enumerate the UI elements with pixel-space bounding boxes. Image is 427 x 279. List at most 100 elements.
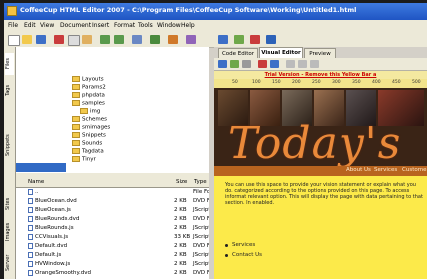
- file-name: Default.js: [35, 252, 62, 258]
- tree-folder[interactable]: samples: [72, 100, 105, 107]
- tree-folder[interactable]: Snippets: [72, 132, 106, 139]
- new-file-icon[interactable]: [8, 35, 20, 46]
- file-size: 2 KB: [174, 216, 187, 222]
- bullet-icon: [225, 244, 228, 247]
- redo-icon[interactable]: [114, 35, 124, 44]
- menu-format[interactable]: Format: [114, 22, 135, 29]
- format-icon[interactable]: [218, 60, 227, 68]
- paste-icon[interactable]: [82, 35, 92, 44]
- ruler-mark: 150: [272, 80, 281, 85]
- link-services[interactable]: Services: [232, 242, 255, 248]
- image-icon[interactable]: [234, 35, 244, 44]
- file-row[interactable]: Default.js 2 KB JScript: [16, 251, 209, 259]
- tag-icon[interactable]: [186, 35, 196, 44]
- window-title: CoffeeCup HTML Editor 2007 - C:\Program …: [20, 6, 357, 14]
- trial-notice[interactable]: Trial Version - Remove this Yellow Bar a: [214, 71, 427, 79]
- file-row[interactable]: HVWindow.js 2 KB JScript: [16, 260, 209, 268]
- insert-image-icon[interactable]: [230, 60, 239, 68]
- ruler-mark: 250: [312, 80, 321, 85]
- table-icon[interactable]: [250, 35, 260, 44]
- menu-window[interactable]: Window: [157, 22, 181, 29]
- ruler-mark: 50: [232, 80, 238, 85]
- tree-folder[interactable]: Tagdata: [72, 148, 104, 155]
- validate-icon[interactable]: [150, 35, 160, 44]
- undo-icon[interactable]: [100, 35, 110, 44]
- folder-icon: [72, 92, 80, 98]
- side-tab-images[interactable]: Images: [5, 219, 14, 245]
- visual-editor: Trial Version - Remove this Yellow Bar a…: [214, 58, 427, 279]
- file-row[interactable]: BlueOcean.dvd 2 KB DVD F: [16, 197, 209, 205]
- nav-link-customers[interactable]: Custome: [402, 167, 426, 173]
- file-type: JScript: [193, 225, 209, 231]
- tree-folder[interactable]: Sounds: [72, 140, 102, 147]
- upload-icon[interactable]: [168, 35, 178, 44]
- file-row[interactable]: Default.dvd 2 KB DVD F: [16, 242, 209, 250]
- menu-file[interactable]: File: [8, 22, 18, 29]
- ruler-mark: 450: [392, 80, 401, 85]
- folder-icon: [72, 84, 80, 90]
- title-bar[interactable]: CoffeeCup HTML Editor 2007 - C:\Program …: [4, 3, 427, 20]
- page-content[interactable]: You can use this space to provide your v…: [214, 176, 427, 279]
- column-type[interactable]: Type: [194, 179, 207, 185]
- side-tab-files[interactable]: Files: [5, 53, 14, 75]
- align-right-icon[interactable]: [310, 60, 319, 68]
- tab-visual-editor[interactable]: Visual Editor: [259, 47, 303, 58]
- align-left-icon[interactable]: [286, 60, 295, 68]
- link-icon[interactable]: [270, 60, 279, 68]
- file-size: 33 KB: [174, 234, 191, 240]
- file-row[interactable]: BlueOcean.js 2 KB JScript: [16, 206, 209, 214]
- table-insert-icon[interactable]: [242, 60, 251, 68]
- file-type: JScript: [193, 207, 209, 213]
- find-icon[interactable]: [132, 35, 142, 44]
- browser-preview-icon[interactable]: [218, 35, 228, 44]
- menu-view[interactable]: View: [40, 22, 54, 29]
- tree-folder[interactable]: Tinyr: [72, 156, 96, 163]
- nav-link-about[interactable]: About Us: [346, 167, 371, 173]
- tree-folder[interactable]: Layouts: [72, 76, 104, 83]
- menu-edit[interactable]: Edit: [24, 22, 36, 29]
- cut-icon[interactable]: [54, 35, 64, 44]
- file-row[interactable]: BlueRounds.js 2 KB JScript: [16, 224, 209, 232]
- folder-icon: [72, 124, 80, 130]
- file-row[interactable]: BlueRounds.dvd 2 KB DVD F: [16, 215, 209, 223]
- file-icon: [28, 216, 33, 222]
- banner-nav: About Us Services Custome: [214, 166, 427, 176]
- banner-title: Today's: [228, 118, 402, 169]
- file-icon: [28, 252, 33, 258]
- menu-tools[interactable]: Tools: [138, 22, 153, 29]
- file-row[interactable]: .. File Fo: [16, 188, 209, 196]
- tree-folder[interactable]: Params2: [72, 84, 106, 91]
- tree-folder[interactable]: img: [80, 108, 100, 115]
- side-tab-sites[interactable]: Sites: [5, 195, 14, 213]
- side-tab-snippets[interactable]: Snippets: [5, 131, 14, 159]
- side-tab-server[interactable]: Server: [5, 251, 14, 275]
- tree-folder[interactable]: Schemes: [72, 116, 107, 123]
- file-size: 2 KB: [174, 207, 187, 213]
- menu-help[interactable]: Help: [181, 22, 195, 29]
- file-panel: Files Tags Snippets Sites Images Server …: [4, 47, 209, 279]
- settings-icon[interactable]: [266, 35, 276, 44]
- site-banner: Today's About Us Services Custome: [214, 88, 427, 176]
- intro-paragraph[interactable]: You can use this space to provide your v…: [225, 182, 425, 206]
- menu-document[interactable]: Document: [60, 22, 91, 29]
- nav-link-services[interactable]: Services: [374, 167, 397, 173]
- file-icon: [28, 207, 33, 213]
- column-size[interactable]: Size: [176, 179, 187, 185]
- side-tab-tags[interactable]: Tags: [5, 81, 14, 99]
- column-name[interactable]: Name: [28, 179, 44, 185]
- copy-icon[interactable]: [68, 35, 80, 46]
- tab-code-editor[interactable]: Code Editor: [218, 48, 258, 58]
- align-center-icon[interactable]: [298, 60, 307, 68]
- file-row[interactable]: OrangeSmoothy.dvd 2 KB DVD F: [16, 269, 209, 277]
- link-contact-us[interactable]: Contact Us: [232, 252, 262, 258]
- save-icon[interactable]: [36, 35, 46, 44]
- path-selector[interactable]: [16, 163, 66, 172]
- tree-folder[interactable]: phpdata: [72, 92, 105, 99]
- file-row[interactable]: CCVisuals.js 33 KB JScript: [16, 233, 209, 241]
- menu-insert[interactable]: Insert: [92, 22, 109, 29]
- tree-folder[interactable]: smimages: [72, 124, 110, 131]
- ruler-mark: 200: [292, 80, 301, 85]
- open-folder-icon[interactable]: [22, 35, 32, 44]
- tab-preview[interactable]: Preview: [304, 48, 336, 58]
- color-icon[interactable]: [258, 60, 267, 68]
